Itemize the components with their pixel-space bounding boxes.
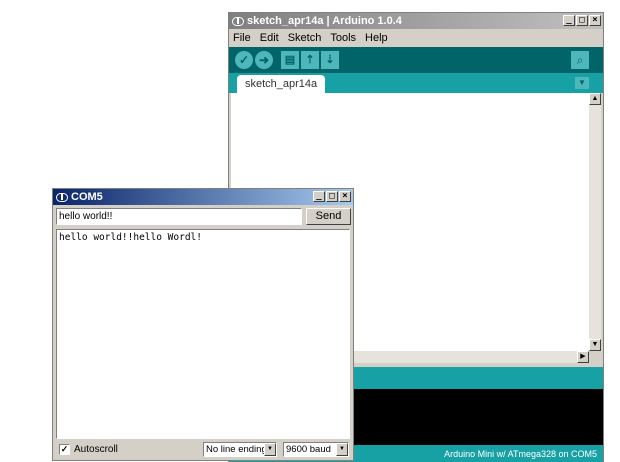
autoscroll-label: Autoscroll [74,444,118,455]
scroll-down-arrow[interactable]: ▼ [589,339,601,351]
minimize-button[interactable]: _ [563,15,575,26]
serial-options: ✓ Autoscroll No line ending ▼ 9600 baud … [56,441,350,459]
verify-button[interactable]: ✓ [235,51,253,69]
close-button[interactable]: × [339,191,351,202]
arrow-up-icon: ⇡ [305,54,315,66]
new-button[interactable]: ▤ [281,51,299,69]
serial-title: COM5 [71,191,103,203]
save-button[interactable]: ⇣ [321,51,339,69]
serial-monitor-button[interactable]: ⌕ [571,51,589,69]
dropdown-arrow-icon: ▼ [336,443,348,456]
maximize-button[interactable]: □ [326,191,338,202]
scroll-up-arrow[interactable]: ▲ [589,93,601,105]
magnifier-icon: ⌕ [576,53,584,67]
upload-button[interactable]: ➜ [255,51,273,69]
triangle-down-icon: ▼ [578,78,586,87]
baud-rate-select[interactable]: 9600 baud ▼ [283,442,349,457]
tab-menu-button[interactable]: ▼ [575,77,589,89]
vertical-scrollbar[interactable]: ▲ ▼ [589,93,601,351]
line-ending-value: No line ending [206,444,267,455]
line-ending-select[interactable]: No line ending ▼ [203,442,277,457]
minimize-button[interactable]: _ [313,191,325,202]
ide-title: sketch_apr14a | Arduino 1.0.4 [247,15,402,27]
serial-window-controls: _ □ × [313,191,351,202]
toolbar: ✓ ➜ ▤ ⇡ ⇣ ⌕ [229,47,603,73]
send-row: Send [56,208,351,228]
scroll-right-arrow[interactable]: ▶ [577,351,589,363]
menu-tools[interactable]: Tools [330,32,356,44]
new-file-icon: ▤ [284,54,296,66]
menu-sketch[interactable]: Sketch [288,32,322,44]
menu-edit[interactable]: Edit [260,32,279,44]
send-button[interactable]: Send [306,208,351,225]
checkmark-icon: ✓ [238,53,250,67]
serial-monitor-window: COM5 _ □ × Send hello world!!hello Wordl… [52,188,354,461]
arrow-right-icon: ➜ [258,53,270,67]
arrow-down-icon: ⇣ [325,54,335,66]
arduino-logo-icon [56,192,68,202]
serial-output[interactable]: hello world!!hello Wordl! [56,229,350,439]
open-button[interactable]: ⇡ [301,51,319,69]
menubar: File Edit Sketch Tools Help [229,29,603,47]
arduino-logo-icon [232,16,244,26]
maximize-button[interactable]: □ [576,15,588,26]
horizontal-scrollbar[interactable]: ▶ [353,351,589,363]
tab-bar: sketch_apr14a ▼ [229,73,603,93]
serial-titlebar[interactable]: COM5 _ □ × [53,189,353,205]
tab-sketch[interactable]: sketch_apr14a [237,75,326,93]
dropdown-arrow-icon: ▼ [264,443,276,456]
autoscroll-checkbox[interactable]: ✓ [59,444,70,455]
menu-help[interactable]: Help [365,32,388,44]
ide-titlebar[interactable]: sketch_apr14a | Arduino 1.0.4 _ □ × [229,13,603,29]
serial-input[interactable] [56,208,302,225]
close-button[interactable]: × [589,15,601,26]
ide-window-controls: _ □ × [563,15,601,26]
menu-file[interactable]: File [233,32,251,44]
baud-rate-value: 9600 baud [286,444,331,455]
checkmark-icon: ✓ [60,444,69,454]
